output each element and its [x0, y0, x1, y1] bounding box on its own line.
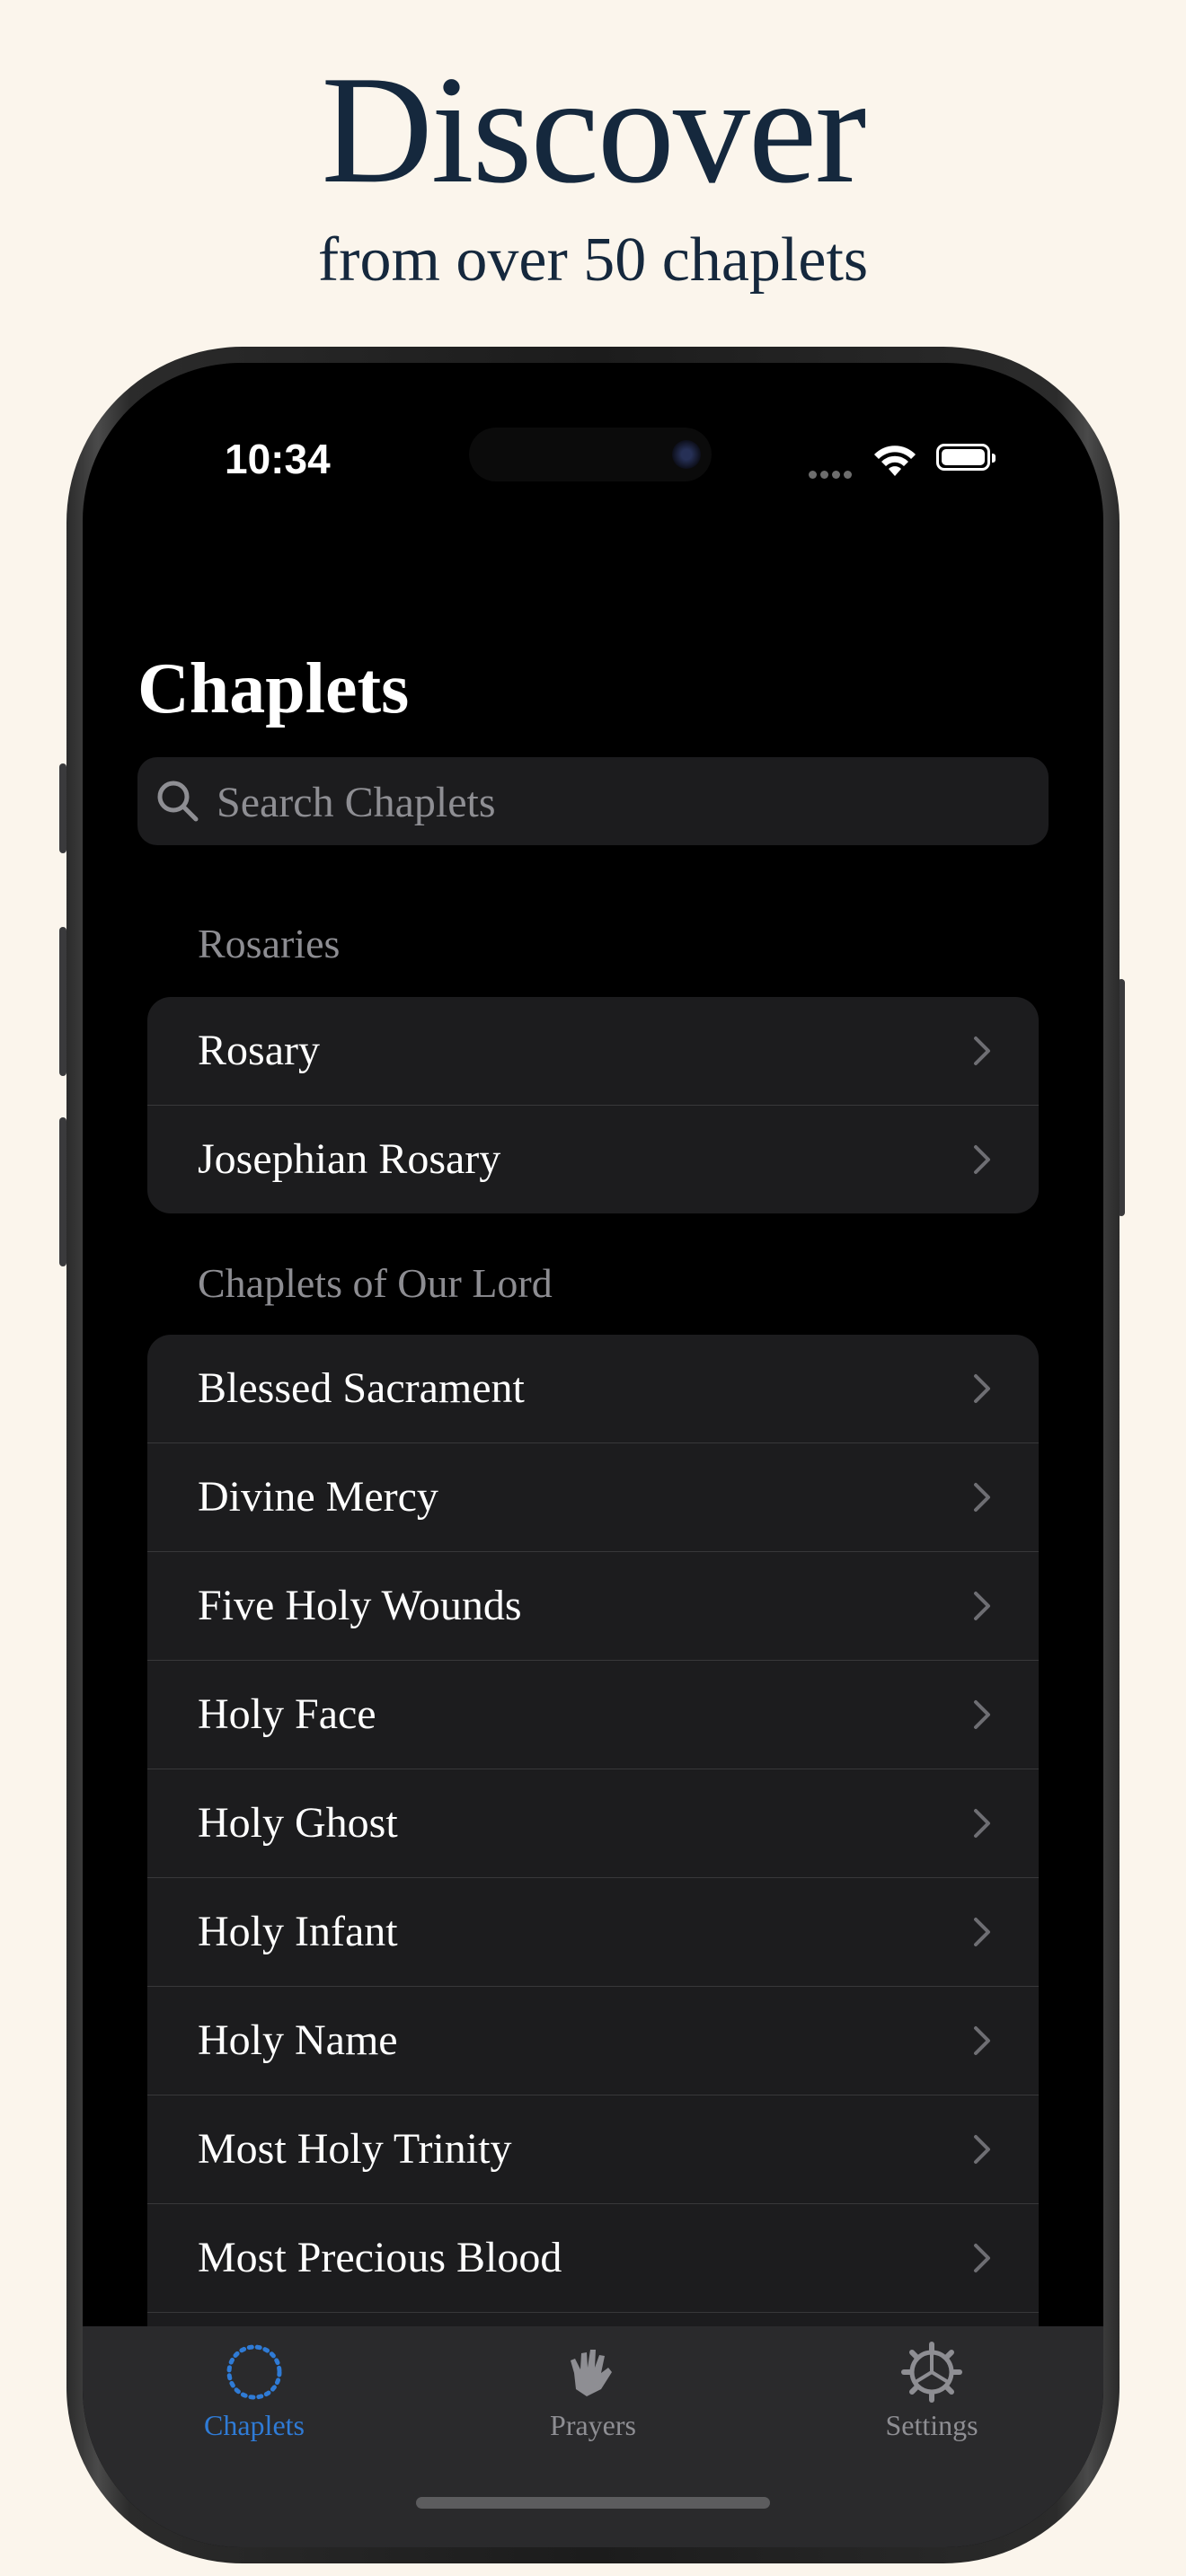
side-button-action — [59, 763, 66, 853]
status-time: 10:34 — [225, 436, 331, 482]
chevron-right-icon — [974, 1700, 990, 1729]
list-item-blessed-sacrament[interactable]: Blessed Sacrament — [147, 1335, 1039, 1443]
list-item-holy-name[interactable]: Holy Name — [147, 1987, 1039, 2095]
list-item-label: Blessed Sacrament — [198, 1364, 525, 1412]
rosary-circle-icon — [226, 2344, 282, 2400]
tab-chaplets[interactable]: Chaplets — [164, 2341, 344, 2442]
list-item-label: Divine Mercy — [198, 1473, 438, 1521]
list-item-label: Holy Ghost — [198, 1799, 398, 1847]
home-indicator[interactable] — [416, 2497, 770, 2509]
side-button-volume-down — [59, 1117, 66, 1266]
tab-label: Prayers — [550, 2409, 636, 2441]
list-item-label: Holy Infant — [198, 1908, 398, 1955]
camera-icon — [672, 440, 701, 469]
chevron-right-icon — [974, 2026, 990, 2055]
list-item-most-holy-trinity[interactable]: Most Holy Trinity — [147, 2095, 1039, 2204]
search-icon — [157, 781, 199, 822]
chaplets-of-our-lord-list: Blessed Sacrament Divine Mercy Five Holy… — [147, 1335, 1039, 2326]
list-item-josephian-rosary[interactable]: Josephian Rosary — [147, 1106, 1039, 1213]
tab-label: Chaplets — [204, 2409, 305, 2441]
search-bar[interactable] — [137, 757, 1049, 847]
phone-screen: 10:34 Chaplets Rosaries Rosary Josephian… — [83, 363, 1103, 2547]
tab-settings[interactable]: Settings — [842, 2341, 1022, 2442]
chevron-right-icon — [974, 1483, 990, 1512]
chevron-right-icon — [974, 1037, 990, 1065]
list-item-holy-ghost[interactable]: Holy Ghost — [147, 1769, 1039, 1878]
praying-hands-icon — [571, 2350, 612, 2396]
list-item-label: Holy Name — [198, 2016, 398, 2064]
chevron-right-icon — [974, 1918, 990, 1946]
chevron-right-icon — [974, 1809, 990, 1838]
battery-icon — [936, 444, 996, 471]
list-item-label: Rosary — [198, 1027, 320, 1074]
list-item-label: Most Holy Trinity — [198, 2125, 512, 2173]
list-item-label: Five Holy Wounds — [198, 1582, 522, 1629]
list-item-holy-infant[interactable]: Holy Infant — [147, 1878, 1039, 1987]
gear-icon — [901, 2342, 962, 2403]
tab-prayers[interactable]: Prayers — [503, 2341, 683, 2442]
chevron-right-icon — [974, 1592, 990, 1620]
chevron-right-icon — [974, 1374, 990, 1403]
cellular-signal-icon — [809, 465, 855, 482]
promo-headline: Discover — [321, 45, 867, 216]
section-header-chaplets-of-our-lord: Chaplets of Our Lord — [198, 1260, 553, 1306]
list-item-label: Josephian Rosary — [198, 1135, 501, 1183]
list-item-most-precious-blood[interactable]: Most Precious Blood — [147, 2204, 1039, 2313]
wifi-icon — [874, 446, 916, 476]
tab-label: Settings — [885, 2409, 978, 2441]
list-item-holy-face[interactable]: Holy Face — [147, 1661, 1039, 1769]
tab-bar: Chaplets Prayers Settings — [83, 2326, 1103, 2547]
chevron-right-icon — [974, 1145, 990, 1174]
rosaries-list: Rosary Josephian Rosary — [147, 997, 1039, 1213]
promo-subheadline: from over 50 chaplets — [317, 225, 869, 295]
side-button-volume-up — [59, 927, 66, 1076]
chevron-right-icon — [974, 2244, 990, 2272]
list-item-divine-mercy[interactable]: Divine Mercy — [147, 1443, 1039, 1552]
chevron-right-icon — [974, 2135, 990, 2164]
search-input[interactable] — [215, 757, 1027, 847]
page-title: Chaplets — [137, 649, 410, 728]
list-item-label: Most Precious Blood — [198, 2234, 562, 2281]
section-header-rosaries: Rosaries — [198, 921, 341, 966]
list-item-five-holy-wounds[interactable]: Five Holy Wounds — [147, 1552, 1039, 1661]
list-item-label: Holy Face — [198, 1690, 376, 1738]
list-item-rosary[interactable]: Rosary — [147, 997, 1039, 1106]
